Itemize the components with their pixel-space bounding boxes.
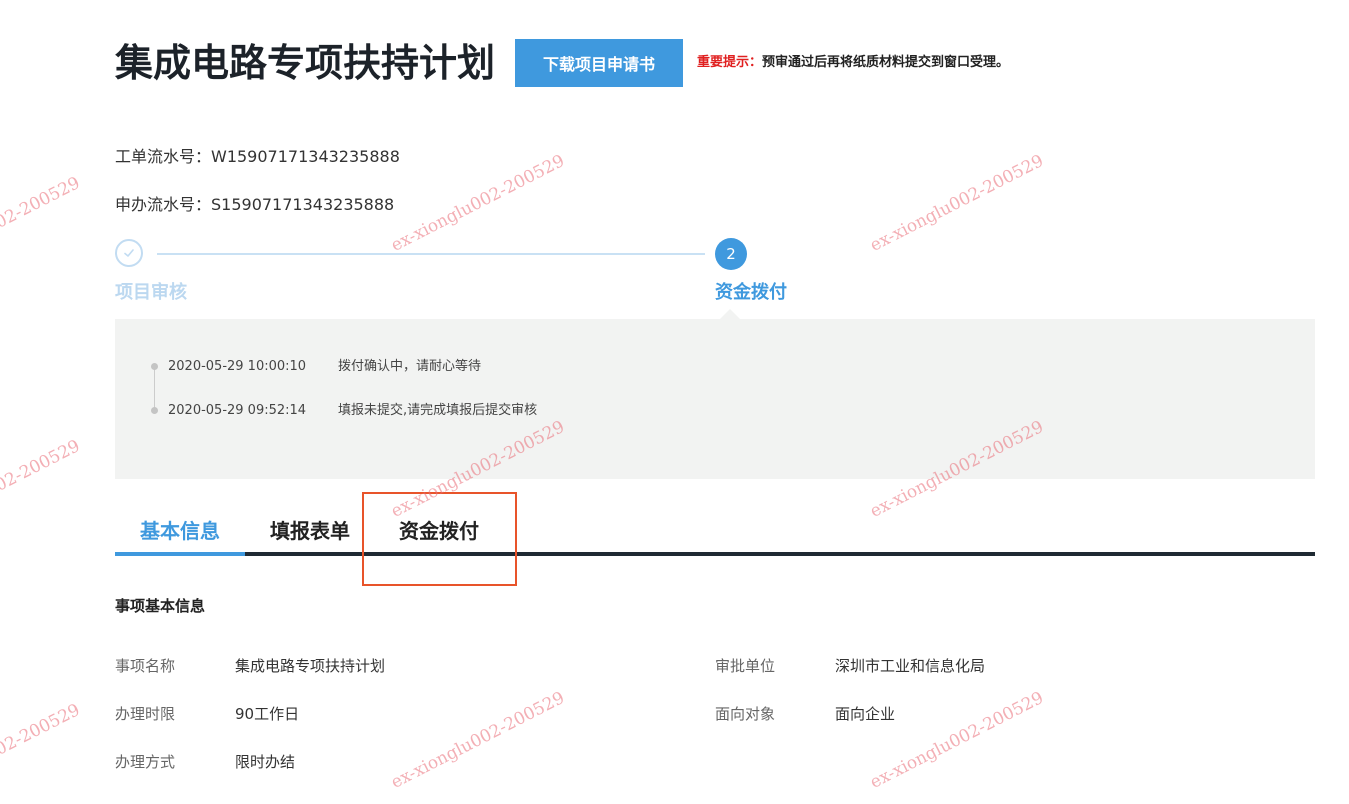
field-label-time-limit: 办理时限 [115,705,176,723]
timeline-connector [154,367,155,411]
timeline-time: 2020-05-29 10:00:10 [168,359,307,374]
watermark: 02-200529 [0,436,84,496]
notice-text: 预审通过后再将纸质材料提交到窗口受理。 [762,55,1010,70]
active-tab-indicator [115,552,245,556]
field-value-target: 面向企业 [835,705,896,723]
check-icon [124,249,134,257]
tab-fill-form[interactable]: 填报表单 [270,516,350,556]
step-progress-line [157,253,705,255]
field-value-time-limit: 90工作日 [235,705,300,723]
step-done-circle [115,239,143,267]
watermark: 02-200529 [0,700,84,760]
watermark: ex-xionglu002-200529 [867,150,1047,256]
timeline-dot [151,407,158,414]
watermark: ex-xionglu002-200529 [388,150,568,256]
page: 集成电路专项扶持计划 下载项目申请书 重要提示：预审通过后再将纸质材料提交到窗口… [0,0,1349,804]
watermark: ex-xionglu002-200529 [388,687,568,793]
field-value-handling-method: 限时办结 [235,753,296,771]
field-label-handling-method: 办理方式 [115,753,176,771]
notice-label: 重要提示： [697,55,763,70]
field-label-target: 面向对象 [715,705,776,723]
step-active-circle: 2 [715,238,747,270]
download-application-button[interactable]: 下载项目申请书 [515,39,683,87]
field-value-approval-unit: 深圳市工业和信息化局 [835,657,986,675]
timeline-message: 填报未提交,请完成填报后提交审核 [338,403,538,418]
tab-basic-info[interactable]: 基本信息 [115,516,245,556]
application-serial: 申办流水号：S15907171343235888 [115,195,395,214]
timeline-dot [151,363,158,370]
timeline-panel [115,319,1315,479]
field-label-item-name: 事项名称 [115,657,176,675]
timeline-message: 拨付确认中，请耐心等待 [338,359,482,374]
timeline-time: 2020-05-29 09:52:14 [168,403,307,418]
field-value-item-name: 集成电路专项扶持计划 [235,657,386,675]
tabs-divider [115,552,1315,556]
work-order-serial: 工单流水号：W15907171343235888 [115,147,400,166]
important-notice: 重要提示：预审通过后再将纸质材料提交到窗口受理。 [697,54,1009,72]
highlight-annotation-box [362,492,517,586]
step-label-funding: 资金拨付 [715,282,787,303]
field-label-approval-unit: 审批单位 [715,657,776,675]
watermark: 02-200529 [0,173,84,233]
step-label-review: 项目审核 [115,282,187,303]
section-title: 事项基本信息 [115,597,206,615]
page-title: 集成电路专项扶持计划 [115,41,496,85]
